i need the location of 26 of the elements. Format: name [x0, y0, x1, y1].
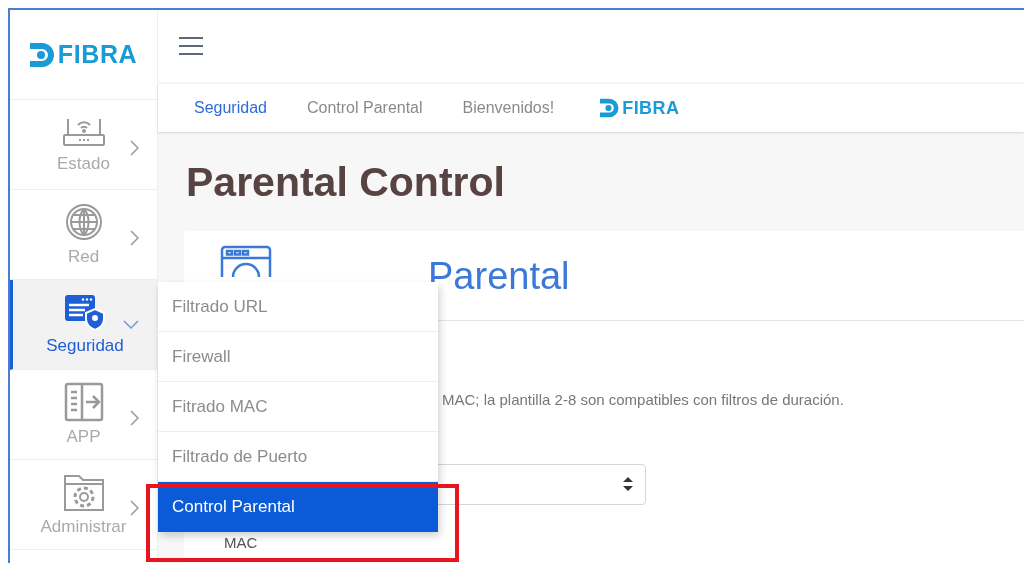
menu-item[interactable]: Fitrado MAC — [158, 382, 438, 432]
page-title: Parental Control — [186, 162, 506, 203]
chevron-right-icon — [130, 500, 139, 516]
logo-text: FIBRA — [57, 42, 138, 67]
logo-icon — [600, 98, 621, 118]
logo-icon — [29, 41, 56, 68]
breadcrumb-link[interactable]: Bienvenidos! — [462, 96, 555, 120]
logo-text: FIBRA — [622, 99, 680, 117]
sort-arrows-icon — [623, 477, 633, 491]
chevron-right-icon — [130, 410, 139, 426]
field-label: MAC — [224, 534, 259, 550]
shield-server-icon — [63, 292, 107, 331]
menu-item[interactable]: Control Parental — [158, 482, 438, 532]
menu-item[interactable]: Firewall — [158, 332, 438, 382]
breadcrumb-link[interactable]: Seguridad — [194, 96, 267, 120]
chevron-right-icon — [130, 230, 139, 246]
menu-icon[interactable] — [178, 36, 204, 56]
description-text: MAC; la plantilla 2-8 son compatibles con filtros de duración. — [442, 390, 845, 410]
sidebar-item[interactable]: Seguridad — [10, 280, 157, 370]
chevron-down-icon — [123, 320, 139, 329]
browser-window-icon — [220, 245, 272, 277]
globe-icon — [63, 201, 104, 242]
chevron-right-icon — [130, 140, 139, 156]
breadcrumb-link[interactable]: Control Parental — [306, 96, 423, 120]
app-panel-icon — [63, 381, 104, 422]
menu-item[interactable]: Filtrado URL — [158, 282, 438, 332]
